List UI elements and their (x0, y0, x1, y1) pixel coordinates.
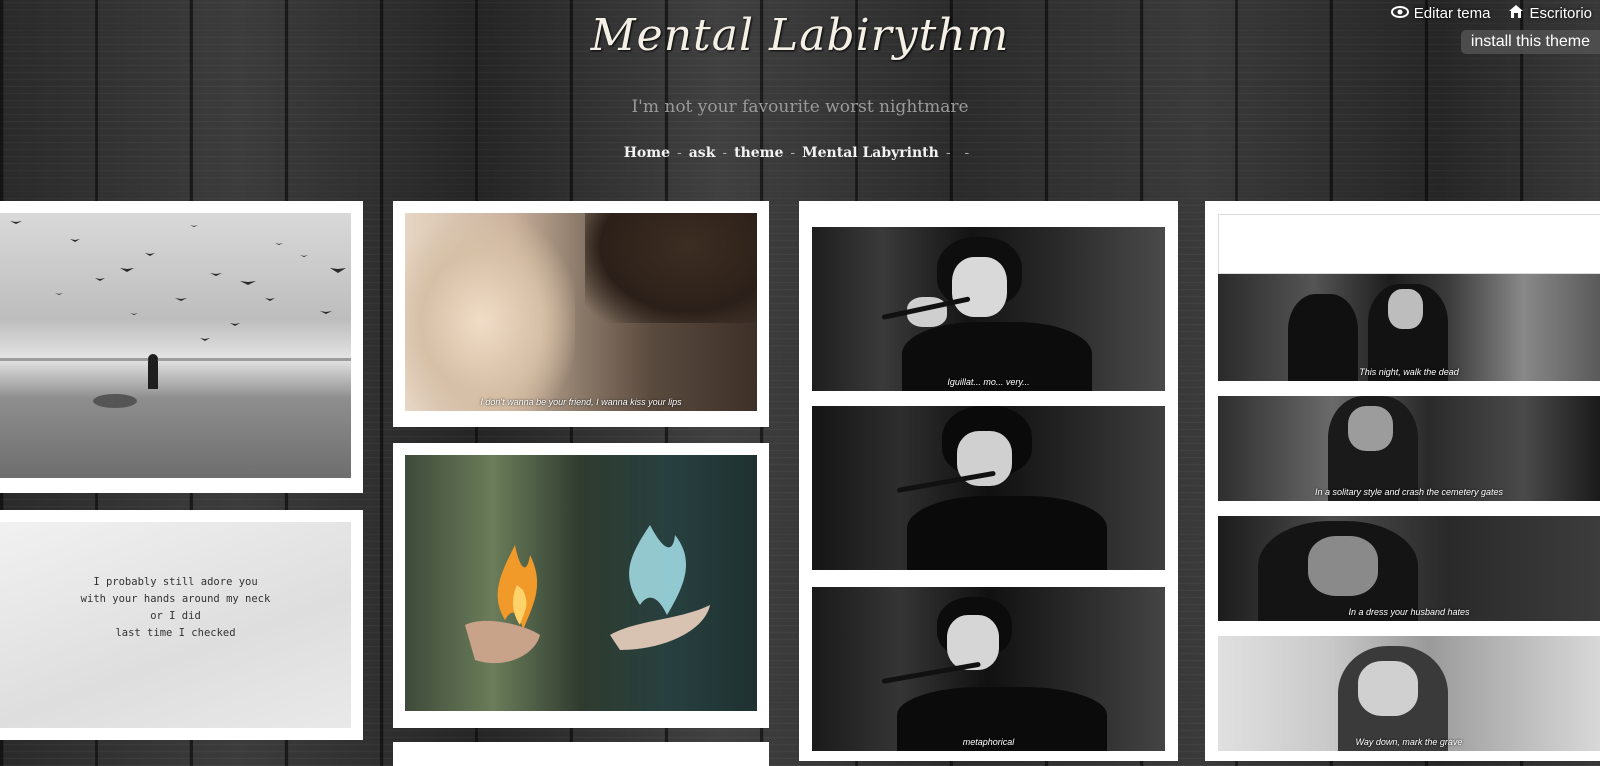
photo-post-partial[interactable] (393, 742, 769, 766)
photo-caption: In a solitary style and crash the cemete… (1314, 487, 1504, 497)
photoset-post-gifs[interactable]: This night, walk the dead In a solitary … (1205, 201, 1600, 761)
photo-caption: In a dress your husband hates (1348, 607, 1470, 617)
nav-theme-link[interactable]: theme (734, 145, 783, 161)
nav-ask-link[interactable]: ask (689, 145, 716, 161)
quote-line: I probably still adore you (93, 576, 258, 588)
quote-line: last time I checked (115, 627, 236, 639)
nav-separator: - (964, 145, 970, 161)
quote-line: with your hands around my neck (80, 593, 271, 605)
nav-separator: - (945, 145, 951, 161)
blog-header: Mental Labirythm I'm not your favourite … (0, 0, 1600, 195)
blog-title[interactable]: Mental Labirythm (0, 10, 1600, 61)
quote-paper: I probably still adore you with your han… (0, 522, 351, 728)
photo-caption: Way down, mark the grave (1355, 737, 1463, 747)
fire-photo[interactable] (405, 455, 757, 711)
photo-post-kiss[interactable]: I don't wanna be your friend, I wanna ki… (393, 201, 769, 427)
kiss-photo[interactable]: I don't wanna be your friend, I wanna ki… (405, 213, 757, 411)
blog-nav: Home - ask - theme - Mental Labyrinth - - (0, 145, 1600, 161)
singer-photo-2[interactable] (812, 406, 1165, 570)
singer-photo-1[interactable]: Iguillat... mo... very... (812, 227, 1165, 391)
nav-mental-labyrinth-link[interactable]: Mental Labyrinth (802, 145, 939, 161)
empty-frame (1218, 214, 1600, 274)
gif-photo-4[interactable]: Way down, mark the grave (1218, 636, 1600, 751)
quote-text: I probably still adore you with your han… (0, 574, 351, 642)
flames-icon (465, 525, 710, 664)
quote-line: or I did (150, 610, 201, 622)
text-post-quote[interactable]: I probably still adore you with your han… (0, 510, 363, 740)
photo-post-fire[interactable] (393, 443, 769, 728)
birds-icon (0, 221, 351, 408)
nav-separator: - (790, 145, 796, 161)
blog-description: I'm not your favourite worst nightmare (631, 97, 969, 117)
nav-separator: - (677, 145, 682, 161)
gif-photo-1[interactable]: This night, walk the dead (1218, 274, 1600, 381)
photoset-post-singer[interactable]: Iguillat... mo... very... metaphorical (799, 201, 1178, 761)
beach-photo[interactable] (0, 213, 351, 478)
nav-separator: - (722, 145, 728, 161)
photo-caption: metaphorical (962, 737, 1015, 747)
gif-photo-3[interactable]: In a dress your husband hates (1218, 516, 1600, 621)
photo-post-beach[interactable] (0, 201, 363, 493)
singer-photo-3[interactable]: metaphorical (812, 587, 1165, 751)
photo-caption: Iguillat... mo... very... (947, 377, 1030, 387)
photo-caption: I don't wanna be your friend, I wanna ki… (480, 397, 682, 407)
gif-photo-2[interactable]: In a solitary style and crash the cemete… (1218, 396, 1600, 501)
nav-home-link[interactable]: Home (624, 145, 670, 161)
photo-caption: This night, walk the dead (1359, 367, 1459, 377)
